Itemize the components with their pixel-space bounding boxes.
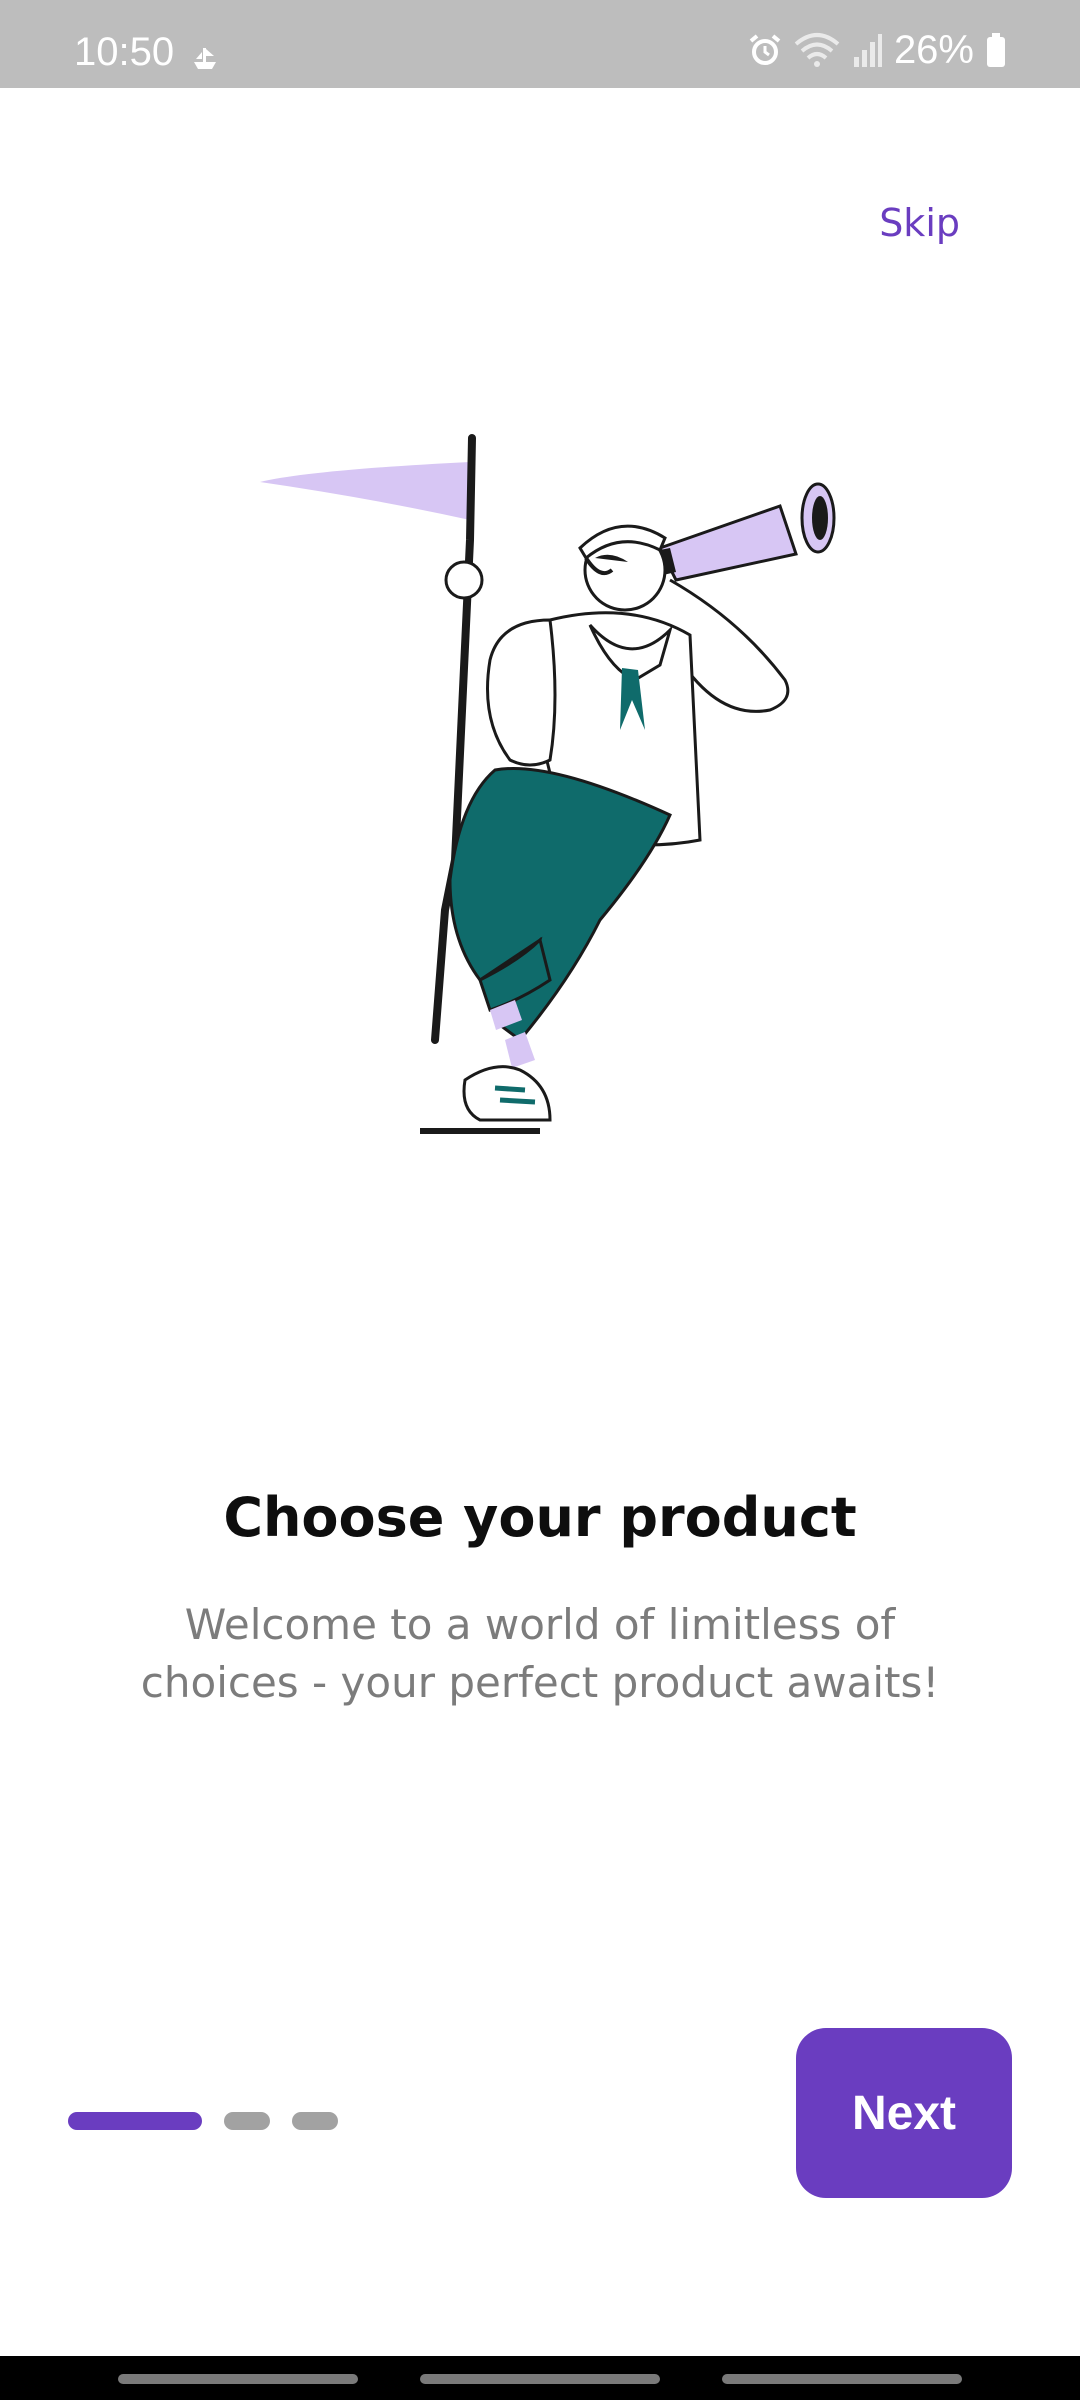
- subtitle-line-1: Welcome to a world of limitless of: [184, 1600, 896, 1649]
- page-indicator-dot-1: [68, 2112, 202, 2130]
- next-button[interactable]: Next: [796, 2028, 1012, 2198]
- onboarding-title: Choose your product: [223, 1486, 857, 1549]
- page-indicator-dot-2: [224, 2112, 270, 2130]
- navigation-bar: [0, 2356, 1080, 2400]
- status-time: 10:50: [74, 30, 175, 74]
- battery-percentage: 26%: [893, 28, 974, 72]
- page-indicator: [68, 2112, 338, 2130]
- nav-home-button[interactable]: [420, 2374, 660, 2384]
- subtitle-line-2: choices - your perfect product awaits!: [140, 1658, 940, 1707]
- onboarding-subtitle: Welcome to a world of limitless of choic…: [80, 1596, 1000, 1712]
- nav-recent-apps-button[interactable]: [118, 2374, 358, 2384]
- sailor-with-telescope-illustration: [260, 434, 836, 1134]
- skip-button[interactable]: Skip: [879, 198, 960, 248]
- nav-back-button[interactable]: [722, 2374, 962, 2384]
- status-bar: 10:50 26%: [0, 0, 1080, 88]
- wifi-icon: [794, 33, 840, 67]
- alarm-icon: [749, 34, 781, 65]
- signal-icon: [853, 34, 882, 67]
- page-indicator-dot-3: [292, 2112, 338, 2130]
- battery-icon: [987, 33, 1005, 67]
- status-icons: 26%: [748, 30, 1006, 70]
- ship-icon: [194, 48, 216, 69]
